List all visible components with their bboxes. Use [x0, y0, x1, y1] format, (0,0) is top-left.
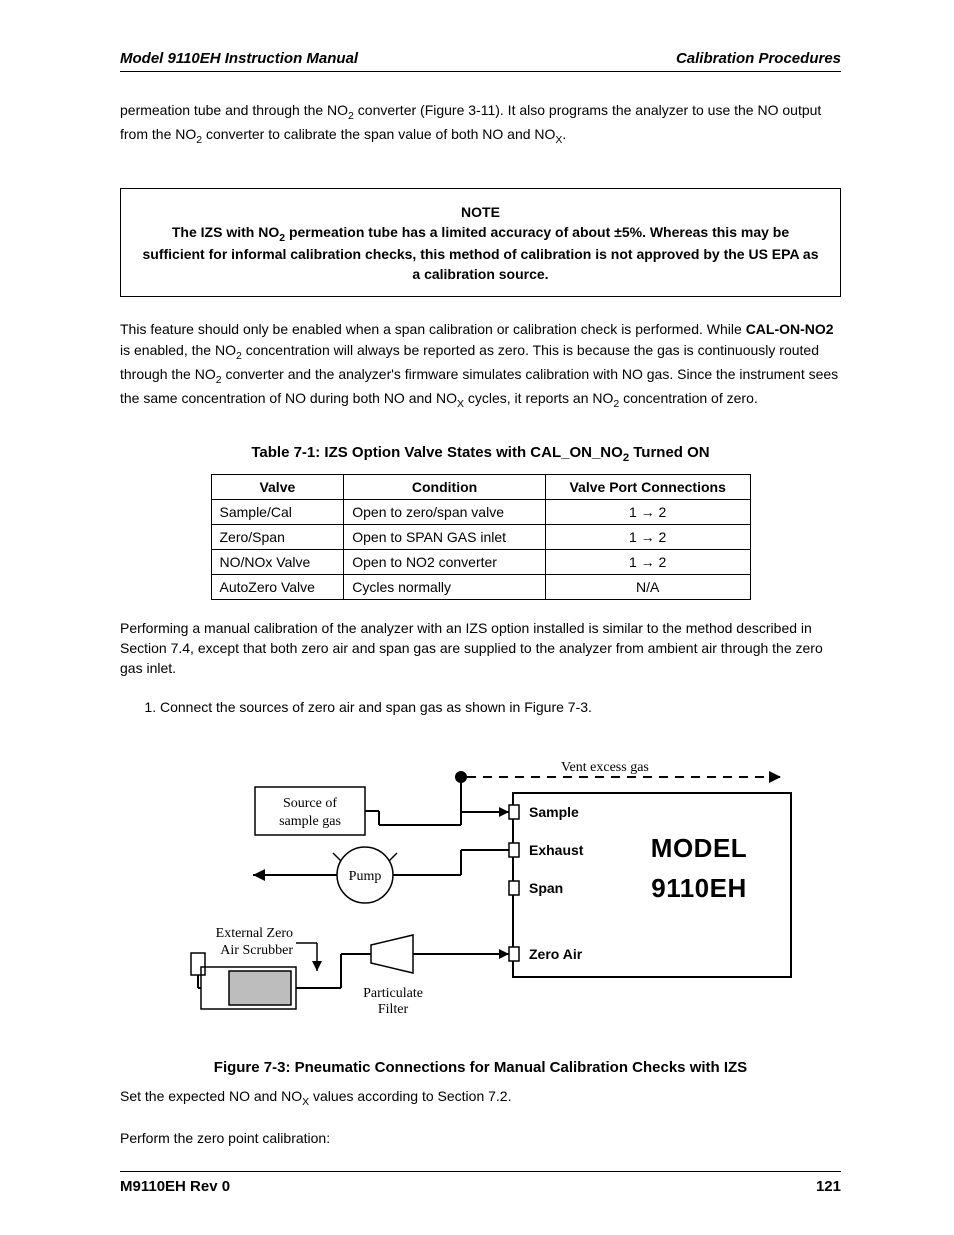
valve-state-table: Valve Condition Valve Port Connections S…: [211, 474, 751, 600]
th-valve: Valve: [211, 474, 344, 499]
partfilt-label-1: Particulate: [363, 986, 423, 1001]
header-left: Model 9110EH Instruction Manual: [120, 50, 358, 67]
note-body: The IZS with NO2 permeation tube has a l…: [142, 224, 818, 282]
scrubber-label-1: External Zero: [215, 926, 292, 941]
feature-paragraph: This feature should only be enabled when…: [120, 319, 841, 411]
pump-label: Pump: [348, 869, 381, 884]
figure-7-3: MODEL 9110EH Sample Exhaust Span Zero Ai…: [161, 757, 801, 1037]
model-label-2: 9110EH: [651, 873, 747, 903]
note-box: NOTE The IZS with NO2 permeation tube ha…: [120, 188, 841, 297]
table-row: NO/NOx Valve Open to NO2 converter 1 → 2: [211, 549, 750, 574]
perform-zero-paragraph: Perform the zero point calibration:: [120, 1128, 841, 1148]
th-connections: Valve Port Connections: [545, 474, 750, 499]
port-sample: Sample: [529, 804, 579, 820]
footer-left: M9110EH Rev 0: [120, 1178, 230, 1195]
note-title: NOTE: [139, 203, 822, 223]
partfilt-label-2: Filter: [377, 1002, 408, 1017]
table-caption: Table 7-1: IZS Option Valve States with …: [120, 444, 841, 464]
model-label-1: MODEL: [650, 833, 746, 863]
set-expected-paragraph: Set the expected NO and NOX values accor…: [120, 1086, 841, 1110]
figure-caption: Figure 7-3: Pneumatic Connections for Ma…: [120, 1059, 841, 1076]
page-header: Model 9110EH Instruction Manual Calibrat…: [120, 50, 841, 72]
table-row: Zero/Span Open to SPAN GAS inlet 1 → 2: [211, 524, 750, 549]
steps-list: Connect the sources of zero air and span…: [140, 697, 841, 729]
th-condition: Condition: [344, 474, 546, 499]
vent-label: Vent excess gas: [561, 760, 649, 775]
source-label-1: Source of: [282, 796, 336, 811]
table-row: AutoZero Valve Cycles normally N/A: [211, 574, 750, 599]
header-right: Calibration Procedures: [676, 50, 841, 67]
step-1: Connect the sources of zero air and span…: [160, 697, 841, 717]
port-exhaust: Exhaust: [529, 842, 584, 858]
scrubber-label-2: Air Scrubber: [220, 943, 293, 958]
port-zeroair: Zero Air: [529, 946, 583, 962]
table-header-row: Valve Condition Valve Port Connections: [211, 474, 750, 499]
source-label-2: sample gas: [279, 814, 341, 829]
intro-paragraph: permeation tube and through the NO2 conv…: [120, 100, 841, 148]
footer-right: 121: [816, 1178, 841, 1195]
port-span: Span: [529, 880, 563, 896]
table-row: Sample/Cal Open to zero/span valve 1 → 2: [211, 499, 750, 524]
page-footer: M9110EH Rev 0 121: [120, 1171, 841, 1195]
perform-paragraph: Performing a manual calibration of the a…: [120, 618, 841, 679]
